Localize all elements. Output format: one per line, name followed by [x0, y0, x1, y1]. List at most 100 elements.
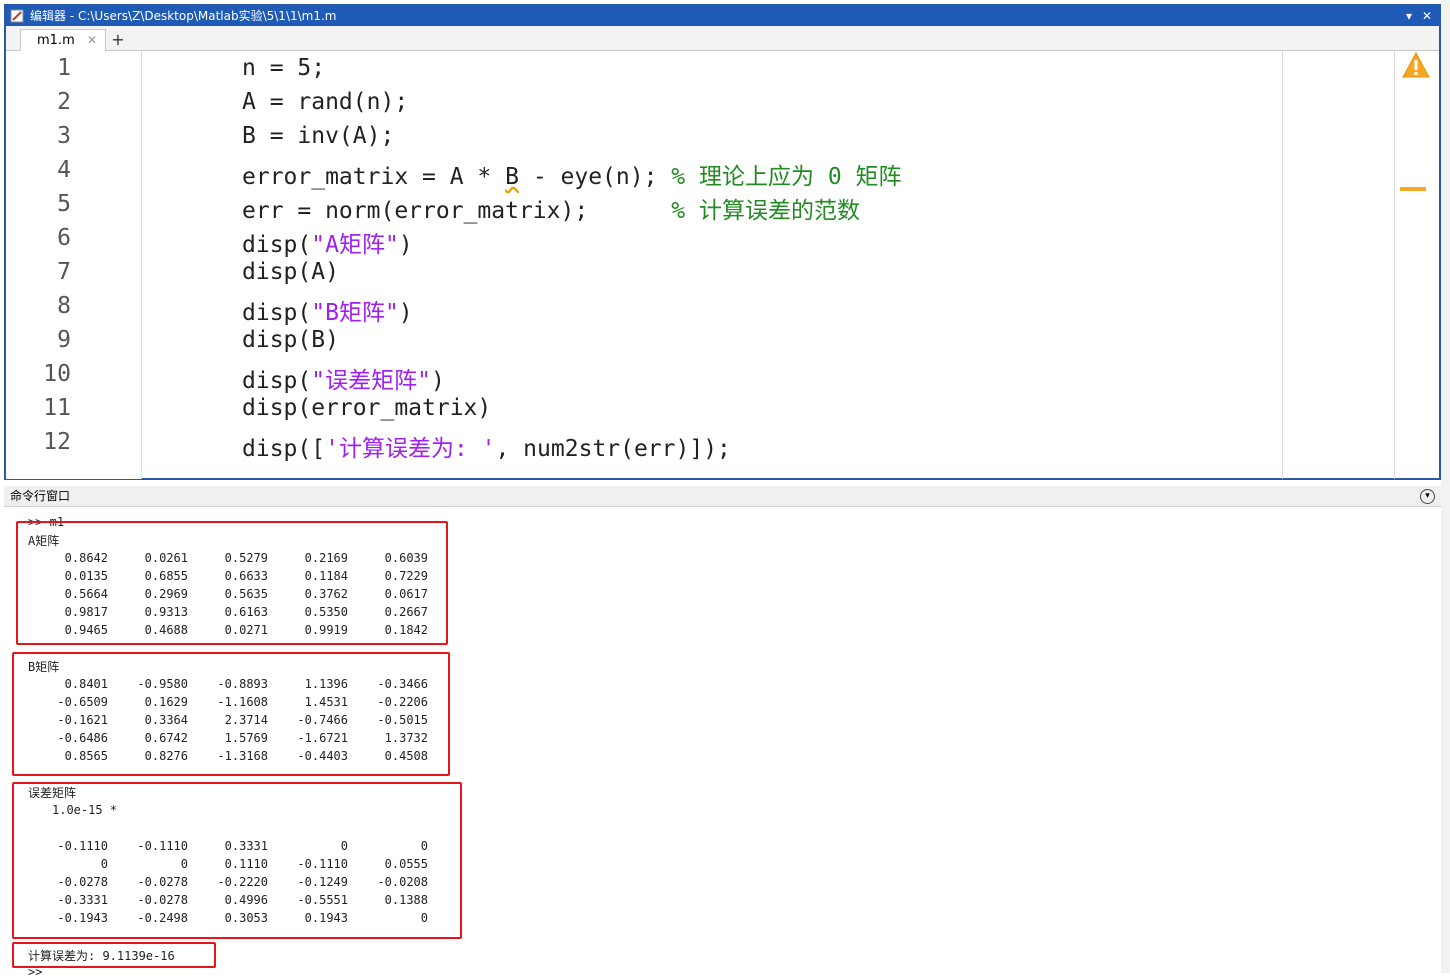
code-line[interactable]: n = 5;: [242, 55, 325, 81]
matrix-cell: 0.9919: [304, 623, 348, 637]
code-line[interactable]: disp(['计算误差为: ', num2str(err)]);: [242, 429, 731, 463]
a-label: A矩阵: [28, 534, 60, 548]
line-number: 1: [57, 55, 71, 81]
matrix-cell: 0.4508: [384, 749, 428, 763]
matrix-cell: -0.3466: [377, 677, 428, 691]
matrix-cell: 0.9465: [64, 623, 108, 637]
code-line[interactable]: B = inv(A);: [242, 123, 394, 149]
line-number: 2: [57, 89, 71, 115]
matrix-cell: 1.4531: [304, 695, 348, 709]
matrix-cell: 0.8565: [64, 749, 108, 763]
tab-m1[interactable]: m1.m ✕: [20, 29, 106, 51]
matrix-cell: 0.5350: [304, 605, 348, 619]
matrix-cell: 0.6163: [224, 605, 268, 619]
matrix-cell: 0.2169: [304, 551, 348, 565]
code-string: '计算误差为: ': [325, 436, 496, 462]
line-number: 10: [43, 361, 71, 387]
chevron-down-icon[interactable]: ▾: [1420, 489, 1435, 504]
code-text: disp(error_matrix): [242, 395, 492, 421]
command-window[interactable]: >> m1 A矩阵 0.8642 0.0261 0.5279 0.2169 0.6039…: [4, 507, 1441, 979]
code-text: disp([: [242, 436, 326, 462]
code-text: B = inv(A);: [242, 123, 395, 149]
code-line[interactable]: disp("A矩阵"): [242, 225, 413, 259]
matrix-cell: -0.3331: [57, 893, 108, 907]
line-number-gutter: 1 2 3 4 5 6 7 8 9 10 11 12: [6, 51, 142, 479]
line-number: 9: [57, 327, 71, 353]
line-number: 11: [43, 395, 71, 421]
matrix-cell: 0.5635: [224, 587, 268, 601]
code-text: - eye(n);: [518, 164, 672, 190]
code-text: A = rand(n);: [242, 89, 409, 115]
matrix-cell: 0.8642: [64, 551, 108, 565]
error-label: 误差矩阵: [28, 786, 77, 800]
editor-titlebar: 编辑器 - C:\Users\Z\Desktop\Matlab实验\5\1\1\…: [6, 6, 1439, 26]
matrix-cell: -0.1110: [57, 839, 108, 853]
code-text: disp(: [242, 232, 312, 258]
code-line[interactable]: A = rand(n);: [242, 89, 408, 115]
matrix-cell: 0.6742: [144, 731, 188, 745]
matrix-cell: 0.1842: [384, 623, 428, 637]
code-line[interactable]: error_matrix = A * B - eye(n); % 理论上应为 0…: [242, 157, 902, 191]
matrix-cell: 0.4996: [224, 893, 268, 907]
matrix-cell: -0.5551: [297, 893, 348, 907]
matrix-cell: 0.8276: [144, 749, 188, 763]
command-window-title: 命令行窗口: [10, 489, 71, 503]
right-scrollbar[interactable]: [1441, 0, 1450, 973]
matrix-cell: -0.1249: [297, 875, 348, 889]
editor-icon: [10, 9, 24, 23]
matrix-cell: -0.0278: [137, 893, 188, 907]
matrix-cell: -0.8893: [217, 677, 268, 691]
matrix-cell: 0.6633: [224, 569, 268, 583]
menu-chevron-icon[interactable]: ▾: [1401, 8, 1417, 24]
final-prompt[interactable]: >>: [28, 965, 42, 979]
matrix-cell: -0.0278: [57, 875, 108, 889]
matrix-cell: 0.8401: [64, 677, 108, 691]
warning-icon[interactable]: [1402, 52, 1430, 78]
matrix-cell: 0.5279: [224, 551, 268, 565]
code-line[interactable]: disp("B矩阵"): [242, 293, 413, 327]
matrix-cell: 0.3762: [304, 587, 348, 601]
matrix-cell: 1.5769: [224, 731, 268, 745]
matrix-cell: -0.2206: [377, 695, 428, 709]
close-icon[interactable]: ✕: [1419, 8, 1435, 24]
code-line[interactable]: err = norm(error_matrix); % 计算误差的范数: [242, 191, 860, 225]
matrix-cell: 0.3331: [224, 839, 268, 853]
matrix-cell: 0.2969: [144, 587, 188, 601]
line-number: 7: [57, 259, 71, 285]
code-warning-token: B: [505, 164, 519, 190]
code-line[interactable]: disp(A): [242, 259, 339, 285]
matrix-cell: 1.3732: [384, 731, 428, 745]
code-line[interactable]: disp(error_matrix): [242, 395, 491, 421]
error-result-line: 计算误差为: 9.1139e-16: [28, 949, 175, 963]
add-tab-button[interactable]: +: [106, 30, 130, 50]
code-line[interactable]: disp("误差矩阵"): [242, 361, 445, 395]
code-text: n = 5;: [242, 55, 326, 81]
matrix-cell: 0.0271: [224, 623, 268, 637]
matrix-cell: 0: [180, 857, 188, 871]
warning-marker[interactable]: [1400, 187, 1426, 191]
matrix-cell: -0.0278: [137, 875, 188, 889]
matrix-cell: 0.1110: [224, 857, 268, 871]
matrix-cell: -0.4403: [297, 749, 348, 763]
line-number: 12: [43, 429, 71, 455]
error-scale: 1.0e-15 *: [52, 803, 118, 817]
matrix-cell: -1.3168: [217, 749, 268, 763]
matrix-cell: -0.0208: [377, 875, 428, 889]
line-number: 6: [57, 225, 71, 251]
code-line[interactable]: disp(B): [242, 327, 339, 353]
line-number: 4: [57, 157, 71, 183]
matrix-cell: 0.0617: [384, 587, 428, 601]
command-window-header: 命令行窗口 ▾: [4, 486, 1441, 507]
matrix-cell: 0: [420, 839, 428, 853]
matrix-cell: 0.6855: [144, 569, 188, 583]
matrix-cell: -0.9580: [137, 677, 188, 691]
matrix-cell: 0.9313: [144, 605, 188, 619]
matrix-cell: -0.2498: [137, 911, 188, 925]
matrix-cell: -0.6486: [57, 731, 108, 745]
matrix-cell: 0.9817: [64, 605, 108, 619]
code-area[interactable]: n = 5; A = rand(n); B = inv(A); error_ma…: [142, 51, 1283, 479]
matrix-cell: 0.3364: [144, 713, 188, 727]
tab-close-icon[interactable]: ✕: [87, 30, 97, 51]
matrix-cell: -0.1621: [57, 713, 108, 727]
code-text: ): [430, 368, 445, 394]
